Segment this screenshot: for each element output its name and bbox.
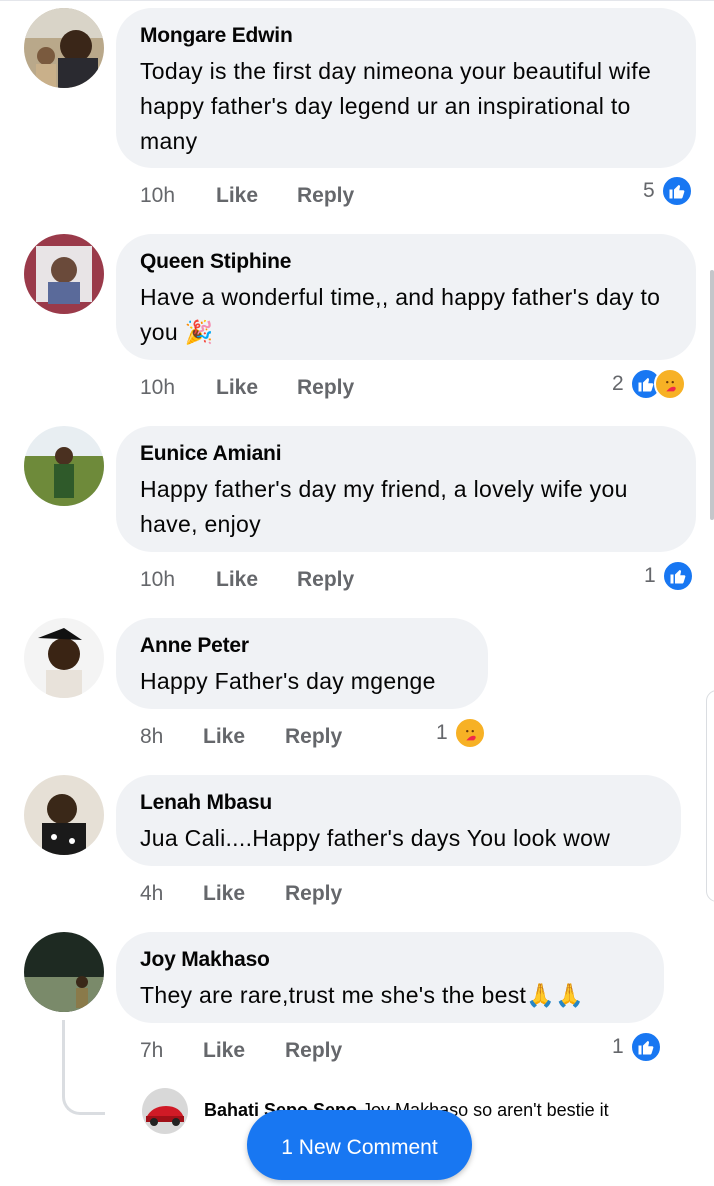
reply-button[interactable]: Reply <box>285 722 342 752</box>
comment-bubble[interactable]: Eunice Amiani Happy father's day my frie… <box>116 426 696 552</box>
reaction-count: 2 <box>612 372 624 395</box>
avatar[interactable] <box>24 775 104 855</box>
comment-author[interactable]: Joy Makhaso <box>140 946 640 974</box>
comment-text: Today is the first day nimeona your beau… <box>140 58 652 154</box>
comment-time[interactable]: 4h <box>140 879 163 909</box>
comment-text: They are rare,trust me she's the best🙏🙏 <box>140 982 585 1008</box>
comment-time[interactable]: 10h <box>140 373 175 403</box>
comment-time[interactable]: 10h <box>140 181 175 211</box>
comment-meta: 10h Like Reply <box>140 373 440 403</box>
reply-button[interactable]: Reply <box>285 879 342 909</box>
avatar[interactable] <box>24 234 104 314</box>
reply-button[interactable]: Reply <box>297 373 354 403</box>
reaction-summary[interactable]: 1 <box>644 559 694 593</box>
reply-button[interactable]: Reply <box>297 565 354 595</box>
comment-text: Happy Father's day mgenge <box>140 668 436 694</box>
comment-time[interactable]: 8h <box>140 722 163 752</box>
new-comment-button[interactable]: 1 New Comment <box>247 1110 472 1180</box>
comment-meta: 10h Like Reply <box>140 181 440 211</box>
like-icon <box>660 175 693 207</box>
like-button[interactable]: Like <box>216 181 258 211</box>
comment-bubble[interactable]: Mongare Edwin Today is the first day nim… <box>116 8 696 168</box>
top-divider <box>0 0 714 7</box>
avatar[interactable] <box>24 426 104 506</box>
comment-bubble[interactable]: Queen Stiphine Have a wonderful time,, a… <box>116 234 696 360</box>
reaction-count: 1 <box>644 564 656 587</box>
reply-thread-line <box>62 1020 105 1115</box>
comment-author[interactable]: Queen Stiphine <box>140 248 672 276</box>
care-icon <box>653 368 686 400</box>
side-panel-edge <box>706 690 714 902</box>
comment-text: Happy father's day my friend, a lovely w… <box>140 476 628 537</box>
comment-time[interactable]: 7h <box>140 1036 163 1066</box>
reaction-summary[interactable]: 2 <box>612 367 686 401</box>
like-button[interactable]: Like <box>203 1036 245 1066</box>
like-button[interactable]: Like <box>216 373 258 403</box>
comment-author[interactable]: Eunice Amiani <box>140 440 672 468</box>
reaction-summary[interactable]: 5 <box>643 174 693 208</box>
reaction-summary[interactable]: 1 <box>436 716 486 750</box>
avatar[interactable] <box>24 8 104 88</box>
comment-author[interactable]: Lenah Mbasu <box>140 789 657 817</box>
comment-author[interactable]: Anne Peter <box>140 632 464 660</box>
reaction-count: 5 <box>643 179 655 202</box>
reaction-count: 1 <box>436 721 448 744</box>
like-icon <box>661 560 694 592</box>
like-icon <box>629 1031 662 1063</box>
comment-meta: 7h Like Reply <box>140 1036 440 1066</box>
care-icon <box>453 717 486 749</box>
comment-text: Jua Cali....Happy father's days You look… <box>140 825 611 851</box>
reaction-count: 1 <box>612 1035 624 1058</box>
comment-author[interactable]: Mongare Edwin <box>140 22 672 50</box>
scrollbar[interactable] <box>710 270 714 520</box>
comment-time[interactable]: 10h <box>140 565 175 595</box>
like-button[interactable]: Like <box>216 565 258 595</box>
avatar[interactable] <box>24 932 104 1012</box>
comment-meta: 8h Like Reply <box>140 722 440 752</box>
comment-bubble[interactable]: Joy Makhaso They are rare,trust me she's… <box>116 932 664 1023</box>
like-button[interactable]: Like <box>203 722 245 752</box>
reply-avatar[interactable] <box>142 1088 188 1134</box>
comment-meta: 4h Like Reply <box>140 879 440 909</box>
comment-text: Have a wonderful time,, and happy father… <box>140 284 661 345</box>
comment-bubble[interactable]: Anne Peter Happy Father's day mgenge <box>116 618 488 709</box>
comment-bubble[interactable]: Lenah Mbasu Jua Cali....Happy father's d… <box>116 775 681 866</box>
reply-button[interactable]: Reply <box>285 1036 342 1066</box>
like-button[interactable]: Like <box>203 879 245 909</box>
reply-button[interactable]: Reply <box>297 181 354 211</box>
comment-meta: 10h Like Reply <box>140 565 440 595</box>
avatar[interactable] <box>24 618 104 698</box>
reaction-summary[interactable]: 1 <box>612 1030 662 1064</box>
